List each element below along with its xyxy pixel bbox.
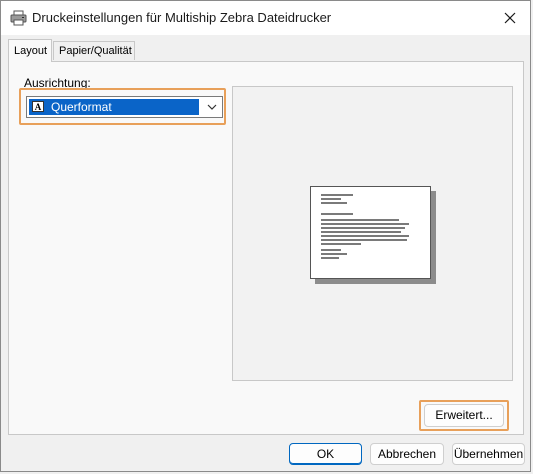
apply-button[interactable]: Übernehmen	[452, 443, 525, 465]
text-line-decoration	[321, 253, 347, 255]
tab-paper-quality[interactable]: Papier/Qualität	[53, 41, 135, 60]
window-title: Druckeinstellungen für Multiship Zebra D…	[32, 10, 332, 25]
close-button[interactable]	[496, 5, 524, 31]
text-line-decoration	[321, 223, 409, 225]
title-bar: Druckeinstellungen für Multiship Zebra D…	[1, 1, 530, 35]
landscape-page-thumbnail	[310, 186, 431, 279]
text-line-decoration	[321, 213, 353, 215]
text-line-decoration	[321, 235, 409, 237]
advanced-button[interactable]: Erweitert...	[424, 404, 504, 427]
orientation-select[interactable]: A Querformat	[26, 96, 223, 118]
text-line-decoration	[321, 194, 353, 196]
ok-button[interactable]: OK	[289, 443, 362, 465]
close-icon	[504, 12, 516, 24]
tab-layout[interactable]: Layout	[8, 39, 52, 62]
text-line-decoration	[321, 227, 405, 229]
text-line-decoration	[321, 219, 399, 221]
orientation-value: Querformat	[51, 100, 112, 114]
text-line-decoration	[321, 239, 407, 241]
text-line-decoration	[321, 249, 341, 251]
layout-tab-panel: Ausrichtung: A Querformat Erweitert...	[8, 61, 524, 435]
text-line-decoration	[321, 231, 401, 233]
cancel-button[interactable]: Abbrechen	[370, 443, 444, 465]
print-settings-dialog: Druckeinstellungen für Multiship Zebra D…	[0, 0, 531, 472]
page-preview	[232, 86, 513, 381]
landscape-orientation-icon: A	[32, 101, 44, 112]
orientation-selected-option: A Querformat	[29, 99, 199, 115]
chevron-down-icon	[207, 104, 217, 110]
text-line-decoration	[321, 243, 361, 245]
text-line-decoration	[321, 257, 339, 259]
text-line-decoration	[321, 198, 341, 200]
text-line-decoration	[321, 202, 347, 204]
printer-icon	[10, 10, 27, 26]
